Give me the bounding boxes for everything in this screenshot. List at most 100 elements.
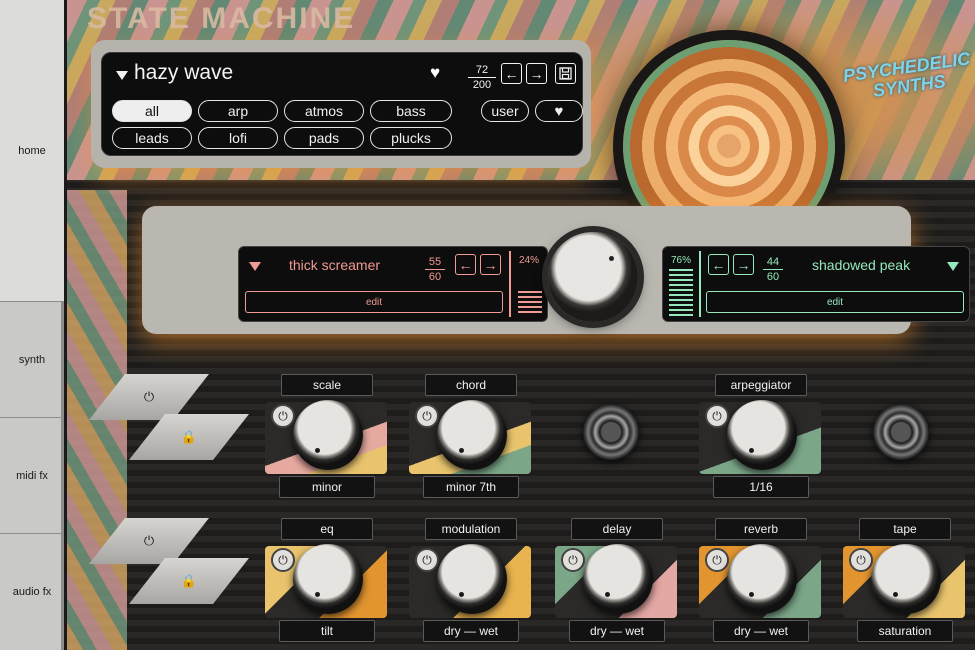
category-lofi[interactable]: lofi	[198, 127, 278, 149]
empty-slot-socket	[583, 404, 639, 460]
power-button[interactable]: ⏻	[271, 548, 295, 572]
category-plucks[interactable]: plucks	[370, 127, 452, 149]
module-value[interactable]: 1/16	[713, 476, 809, 498]
layer-b-counter-total: 60	[766, 271, 780, 283]
modulation-knob[interactable]	[437, 544, 507, 614]
layer-crossfade-knob[interactable]	[548, 232, 638, 322]
layer-mixer: thick screamer 55 60 ← → edit 24% 76% ← …	[142, 206, 970, 334]
module-value[interactable]: dry — wet	[423, 620, 519, 642]
power-icon: ⏻	[568, 553, 578, 567]
layer-a-prev-button[interactable]: ←	[455, 254, 476, 275]
layer-b-dropdown-icon[interactable]	[947, 262, 959, 271]
category-all[interactable]: all	[112, 100, 192, 122]
midi-fx-module-chord: chord ⏻ minor 7th	[405, 374, 535, 502]
scale-knob[interactable]	[293, 400, 363, 470]
delay-knob[interactable]	[583, 544, 653, 614]
knob-indicator	[459, 448, 464, 453]
module-value[interactable]: dry — wet	[713, 620, 809, 642]
category-plucks-label: plucks	[391, 130, 431, 146]
nav-synth-label: synth	[18, 353, 46, 366]
module-value[interactable]: minor 7th	[423, 476, 519, 498]
knob-indicator	[749, 448, 754, 453]
category-bass-label: bass	[396, 103, 426, 119]
app-title: STATE MACHINE	[87, 2, 356, 35]
power-button[interactable]: ⏻	[705, 404, 729, 428]
power-icon: ⏻	[422, 553, 432, 567]
layer-b-next-button[interactable]: →	[733, 254, 754, 275]
audio-fx-lock-switch[interactable]: 🔒	[129, 558, 249, 604]
module-value[interactable]: saturation	[857, 620, 953, 642]
nav-midi-fx[interactable]: midi fx	[0, 418, 64, 534]
category-leads[interactable]: leads	[112, 127, 192, 149]
knob-indicator	[315, 448, 320, 453]
module-value[interactable]: dry — wet	[569, 620, 665, 642]
save-button[interactable]	[555, 63, 576, 84]
nav-home-label: home	[18, 144, 46, 157]
layer-a-dropdown-icon[interactable]	[249, 262, 261, 271]
nav-audio-fx[interactable]: audio fx	[0, 534, 64, 650]
arrow-left-icon: ←	[711, 256, 726, 273]
module-title: tape	[859, 518, 951, 540]
module-title: scale	[281, 374, 373, 396]
knob-indicator	[609, 256, 614, 261]
power-button[interactable]: ⏻	[705, 548, 729, 572]
layer-a-counter-total: 60	[428, 271, 442, 283]
reverb-knob[interactable]	[727, 544, 797, 614]
arpeggiator-knob[interactable]	[727, 400, 797, 470]
audio-fx-module-tape: tape ⏻ saturation	[839, 518, 969, 646]
preset-counter: 72 200	[468, 64, 496, 91]
preset-next-button[interactable]: →	[526, 63, 547, 84]
module-title: eq	[281, 518, 373, 540]
arrow-right-icon: →	[736, 256, 751, 273]
lock-icon: 🔒	[180, 573, 198, 588]
midi-fx-module-scale: scale ⏻ minor	[261, 374, 391, 502]
main-stage: STATE MACHINE PSYCHEDELIC SYNTHS hazy wa…	[67, 0, 975, 650]
nav-home[interactable]: home	[0, 0, 64, 302]
category-arp[interactable]: arp	[198, 100, 278, 122]
midi-fx-module-arpeggiator: arpeggiator ⏻ 1/16	[695, 374, 825, 502]
lock-icon: 🔒	[180, 429, 198, 444]
empty-slot-socket	[873, 404, 929, 460]
filter-favorites[interactable]: ♥	[535, 100, 583, 122]
chord-knob[interactable]	[437, 400, 507, 470]
preset-name[interactable]: hazy wave	[134, 61, 233, 85]
category-bass[interactable]: bass	[370, 100, 452, 122]
power-icon: ⏻	[712, 409, 722, 423]
category-arp-label: arp	[227, 103, 249, 119]
midi-fx-lock-switch[interactable]: 🔒	[129, 414, 249, 460]
layer-b-name[interactable]: shadowed peak	[812, 257, 910, 273]
layer-b-edit-button[interactable]: edit	[706, 291, 964, 313]
filter-user[interactable]: user	[481, 100, 529, 122]
layer-a-divider	[509, 251, 511, 317]
heart-icon[interactable]: ♥	[430, 64, 446, 81]
layer-a-next-button[interactable]: →	[480, 254, 501, 275]
preset-dropdown-icon[interactable]	[116, 71, 128, 80]
eq-knob[interactable]	[293, 544, 363, 614]
preset-prev-button[interactable]: ←	[501, 63, 522, 84]
counter-divider	[468, 77, 496, 78]
category-pads-label: pads	[308, 130, 340, 146]
filter-user-label: user	[491, 103, 519, 119]
counter-divider	[763, 269, 783, 270]
tape-knob[interactable]	[871, 544, 941, 614]
category-atmos[interactable]: atmos	[284, 100, 364, 122]
power-button[interactable]: ⏻	[271, 404, 295, 428]
nav-synth[interactable]: synth	[0, 302, 64, 418]
layer-a-name[interactable]: thick screamer	[289, 257, 380, 273]
power-button[interactable]: ⏻	[561, 548, 585, 572]
power-icon: ⏻	[143, 389, 155, 404]
power-button[interactable]: ⏻	[415, 548, 439, 572]
power-button[interactable]: ⏻	[849, 548, 873, 572]
layer-a-edit-label: edit	[365, 296, 383, 308]
category-pads[interactable]: pads	[284, 127, 364, 149]
layer-b-level-meter	[669, 269, 693, 317]
module-value[interactable]: tilt	[279, 620, 375, 642]
layer-b-prev-button[interactable]: ←	[708, 254, 729, 275]
layer-a-edit-button[interactable]: edit	[245, 291, 503, 313]
module-value[interactable]: minor	[279, 476, 375, 498]
power-button[interactable]: ⏻	[415, 404, 439, 428]
power-icon: ⏻	[278, 409, 288, 423]
arrow-right-icon: →	[529, 65, 544, 82]
module-title: delay	[571, 518, 663, 540]
knob-indicator	[749, 592, 754, 597]
